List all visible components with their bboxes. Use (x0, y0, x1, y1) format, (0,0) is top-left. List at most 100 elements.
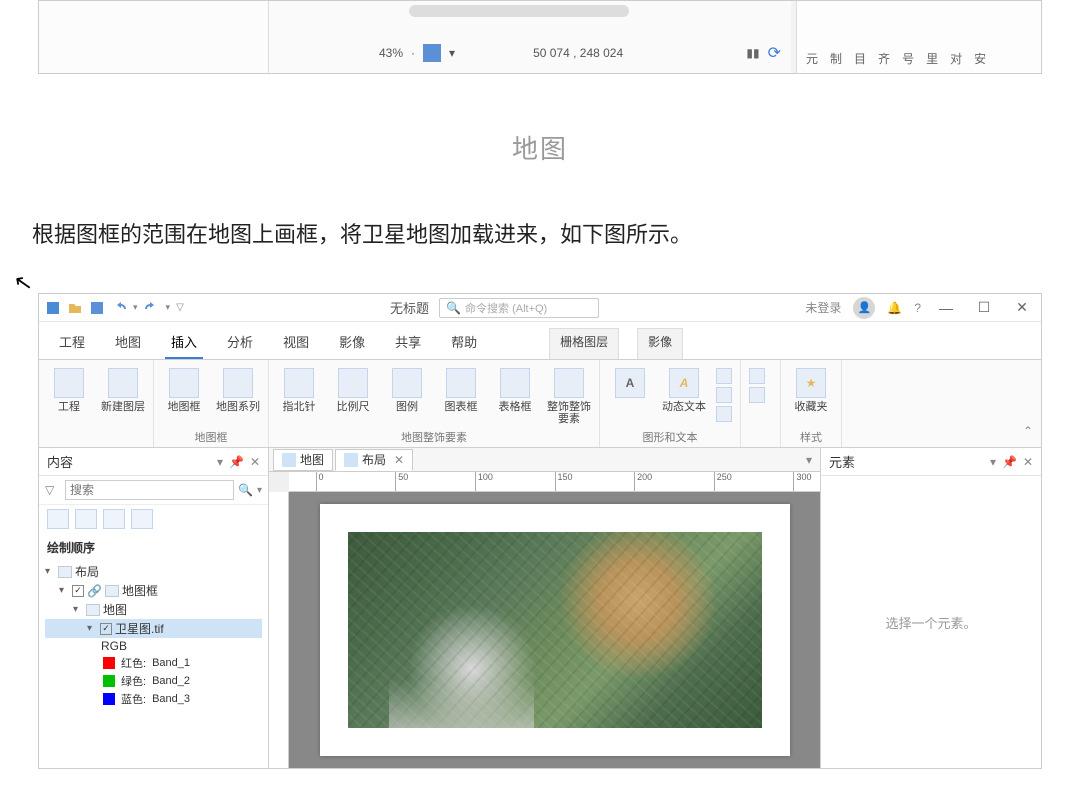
tree-layer-satellite[interactable]: ▾ ✓ 卫星图.tif (45, 619, 262, 638)
search-dropdown-icon[interactable]: ▾ (257, 485, 262, 496)
new-project-icon[interactable] (45, 300, 61, 316)
ribbon: 工程 新建图层 地图框 地图系列 地图框 指北针 比例尺 图例 图表框 表格框 … (39, 360, 1041, 448)
rp-7[interactable]: 安 (971, 48, 989, 69)
view-draworder[interactable] (47, 509, 69, 529)
btn-text-style[interactable]: A (608, 368, 652, 401)
contents-search-input[interactable] (65, 480, 234, 500)
tab-map[interactable]: 地图 (109, 328, 147, 359)
rp-1[interactable]: 制 (827, 48, 845, 69)
undo-dropdown-icon[interactable]: ▾ (133, 302, 138, 313)
layout-page[interactable] (320, 504, 790, 756)
tab-imagery[interactable]: 影像 (333, 328, 371, 359)
mapframe-checkbox[interactable]: ✓ (72, 585, 84, 597)
panel-close-icon[interactable]: ✕ (250, 455, 260, 469)
rp-2[interactable]: 目 (851, 48, 869, 69)
color-swatch[interactable] (423, 44, 441, 62)
btn-mapframe[interactable]: 地图框 (162, 368, 206, 413)
qat-customize-icon[interactable]: ▽ (176, 302, 184, 313)
context-tab-raster[interactable]: 栅格图层 (549, 328, 619, 359)
vertical-ruler (269, 492, 289, 768)
contents-panel: 内容 ▾ 📌 ✕ ▽ 🔍 ▾ 绘制顺序 ▾ 布局 (39, 448, 269, 768)
btn-north-arrow[interactable]: 指北针 (277, 368, 321, 413)
btn-table-frame[interactable]: 表格框 (493, 368, 537, 413)
rp-5[interactable]: 里 (923, 48, 941, 69)
btn-favorites[interactable]: ★收藏夹 (789, 368, 833, 413)
doctab-layout[interactable]: 布局 ✕ (335, 449, 413, 471)
btn-scale-bar[interactable]: 比例尺 (331, 368, 375, 413)
view-editing[interactable] (131, 509, 153, 529)
doctab-map[interactable]: 地图 (273, 449, 333, 471)
undo-icon[interactable] (111, 300, 127, 316)
elements-close-icon[interactable]: ✕ (1023, 455, 1033, 469)
maximize-button[interactable]: ☐ (971, 299, 997, 316)
refresh-icon[interactable]: ⟳ (768, 43, 781, 63)
instruction-paragraph: 根据图框的范围在地图上画框，将卫星地图加载进来，如下图所示。 (32, 216, 1048, 253)
search-placeholder: 命令搜索 (Alt+Q) (465, 300, 547, 316)
tree-mapframe[interactable]: ▾ ✓ 🔗 地图框 (45, 581, 262, 600)
save-icon[interactable] (89, 300, 105, 316)
horizontal-ruler: 0 50 100 150 200 250 300 (289, 472, 820, 492)
btn-dynamic-text[interactable]: A动态文本 (662, 368, 706, 413)
ribbon-collapse-icon[interactable]: ⌃ (1023, 360, 1041, 447)
help-icon[interactable]: ? (914, 301, 921, 315)
btn-point[interactable] (716, 406, 732, 422)
rp-0[interactable]: 元 (803, 48, 821, 69)
btn-rect[interactable] (716, 368, 732, 384)
close-button[interactable]: ✕ (1009, 299, 1035, 316)
btn-line[interactable] (716, 387, 732, 403)
command-search[interactable]: 🔍 命令搜索 (Alt+Q) (439, 298, 599, 318)
figure-caption: 地图 (0, 129, 1080, 166)
btn-chart-frame[interactable]: 图表框 (439, 368, 483, 413)
rgb-label: RGB (101, 639, 127, 653)
swatch-green (103, 675, 115, 687)
pause-icon[interactable]: ▮▮ (746, 46, 759, 60)
btn-surrounds-more[interactable]: 整饰整饰要素 (547, 368, 591, 425)
tab-help[interactable]: 帮助 (445, 328, 483, 359)
horizontal-scrollbar[interactable] (409, 5, 629, 17)
btn-m2[interactable] (749, 387, 765, 403)
btn-project[interactable]: 工程 (47, 368, 91, 413)
toc-heading: 绘制顺序 (39, 533, 268, 560)
btn-m1[interactable] (749, 368, 765, 384)
workspace: 内容 ▾ 📌 ✕ ▽ 🔍 ▾ 绘制顺序 ▾ 布局 (39, 448, 1041, 768)
tab-project[interactable]: 工程 (53, 328, 91, 359)
tab-view[interactable]: 视图 (277, 328, 315, 359)
swatch-red (103, 657, 115, 669)
tab-share[interactable]: 共享 (389, 328, 427, 359)
login-status[interactable]: 未登录 (805, 299, 841, 316)
contents-panel-header: 内容 ▾ 📌 ✕ (39, 448, 268, 476)
layer-checkbox[interactable]: ✓ (100, 623, 112, 635)
notification-icon[interactable]: 🔔 (887, 301, 902, 315)
tab-analysis[interactable]: 分析 (221, 328, 259, 359)
open-icon[interactable] (67, 300, 83, 316)
minimize-button[interactable]: — (933, 300, 959, 316)
redo-icon[interactable] (144, 300, 160, 316)
swatch-blue (103, 693, 115, 705)
redo-dropdown-icon[interactable]: ▾ (166, 302, 171, 313)
search-go-icon[interactable]: 🔍 (238, 483, 253, 497)
layout-canvas[interactable] (289, 492, 820, 768)
btn-new-layer[interactable]: 新建图层 (101, 368, 145, 413)
rp-6[interactable]: 对 (947, 48, 965, 69)
btn-legend[interactable]: 图例 (385, 368, 429, 413)
panel-pin-icon[interactable]: 📌 (229, 455, 244, 469)
tab-insert[interactable]: 插入 (165, 328, 203, 359)
zoom-percent[interactable]: 43% (379, 46, 403, 60)
doctabs-menu-icon[interactable]: ▾ (806, 453, 820, 467)
btn-mapseries[interactable]: 地图系列 (216, 368, 260, 413)
elements-pin-icon[interactable]: 📌 (1002, 455, 1017, 469)
tree-map[interactable]: ▾ 地图 (45, 600, 262, 619)
tree-layout[interactable]: ▾ 布局 (45, 562, 262, 581)
user-avatar[interactable]: 👤 (853, 297, 875, 319)
rp-4[interactable]: 号 (899, 48, 917, 69)
layout-tab-close-icon[interactable]: ✕ (394, 453, 404, 467)
rp-3[interactable]: 齐 (875, 48, 893, 69)
swatch-dropdown-icon[interactable]: ▾ (449, 46, 455, 60)
quick-access-toolbar: ▾ ▾ ▽ (45, 300, 184, 316)
view-source[interactable] (75, 509, 97, 529)
panel-dropdown-icon[interactable]: ▾ (217, 455, 223, 469)
view-selection[interactable] (103, 509, 125, 529)
context-tab-image[interactable]: 影像 (637, 328, 683, 359)
filter-icon[interactable]: ▽ (45, 483, 61, 497)
elements-dropdown-icon[interactable]: ▾ (990, 455, 996, 469)
